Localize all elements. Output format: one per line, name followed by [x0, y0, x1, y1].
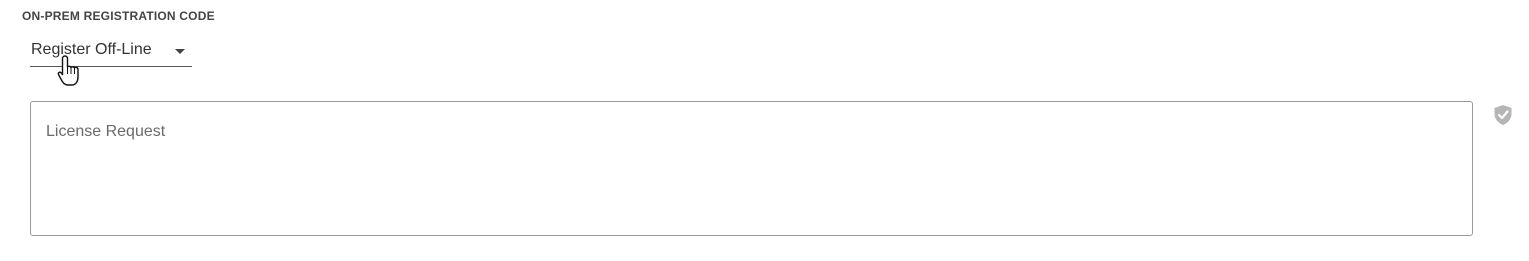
registration-panel: ON-PREM REGISTRATION CODE Register Off-L… — [0, 0, 1529, 261]
hand-pointer-cursor-icon — [57, 55, 79, 86]
registration-mode-dropdown[interactable]: Register Off-Line — [30, 38, 192, 67]
shield-check-icon — [1494, 105, 1512, 125]
license-request-field[interactable] — [30, 101, 1473, 236]
section-title: ON-PREM REGISTRATION CODE — [22, 9, 215, 23]
registration-mode-selected: Register Off-Line — [31, 41, 152, 58]
caret-down-icon — [175, 49, 185, 54]
license-request-input[interactable] — [31, 102, 1472, 235]
